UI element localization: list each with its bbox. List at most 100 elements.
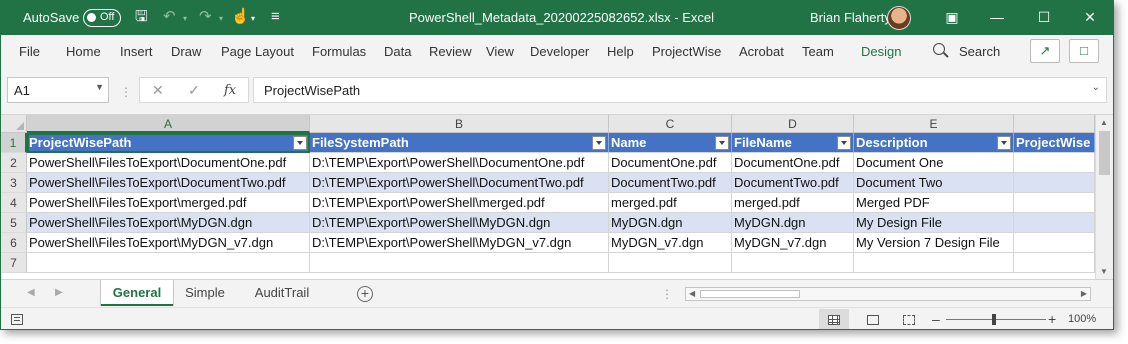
table-cell[interactable]: PowerShell\FilesToExport\MyDGN.dgn (27, 213, 310, 233)
table-cell[interactable] (1014, 153, 1095, 173)
row-header-4[interactable]: 4 (1, 193, 27, 213)
tab-data[interactable]: Data (384, 44, 411, 59)
table-cell[interactable]: DocumentTwo.pdf (609, 173, 732, 193)
save-icon[interactable]: 🖫 (135, 9, 148, 25)
table-cell[interactable]: MyDGN.dgn (732, 213, 854, 233)
zoom-slider-thumb[interactable] (992, 314, 996, 325)
table-cell[interactable]: Merged PDF (854, 193, 1014, 213)
empty-cell[interactable] (854, 253, 1014, 273)
table-header-cell[interactable]: Description (854, 133, 1014, 153)
avatar[interactable] (887, 6, 911, 30)
tab-view[interactable]: View (486, 44, 514, 59)
empty-cell[interactable] (1014, 253, 1095, 273)
table-cell[interactable]: MyDGN.dgn (609, 213, 732, 233)
add-sheet-icon[interactable]: + (357, 286, 373, 302)
table-header-cell[interactable]: ProjectWise (1014, 133, 1095, 153)
page-layout-view-button[interactable] (858, 309, 888, 329)
sheet-tab-audittrail[interactable]: AuditTrail (239, 280, 325, 306)
table-cell[interactable]: DocumentOne.pdf (732, 153, 854, 173)
formula-input[interactable]: ProjectWisePath ⌄ (253, 77, 1107, 103)
table-cell[interactable] (1014, 213, 1095, 233)
tab-team[interactable]: Team (802, 44, 834, 59)
row-header-7[interactable]: 7 (1, 253, 27, 273)
sheet-tab-simple[interactable]: Simple (173, 280, 237, 306)
horizontal-scrollbar[interactable]: ◀ ▶ (685, 287, 1091, 301)
tab-acrobat[interactable]: Acrobat (739, 44, 784, 59)
redo-dropdown-icon[interactable]: ▾ (219, 9, 223, 27)
row-header-1[interactable]: 1 (1, 133, 27, 153)
column-header-a[interactable]: A (27, 115, 310, 133)
touch-mode-dropdown-icon[interactable]: ▾ (251, 9, 255, 27)
tab-draw[interactable]: Draw (171, 44, 201, 59)
tab-home[interactable]: Home (66, 44, 101, 59)
zoom-slider[interactable] (946, 319, 1046, 320)
row-header-6[interactable]: 6 (1, 233, 27, 253)
resize-handle-icon[interactable]: ⋮ (120, 85, 132, 99)
enter-icon[interactable]: ✓ (188, 82, 200, 99)
scroll-left-icon[interactable]: ◀ (689, 289, 695, 298)
next-sheet-icon[interactable]: ▶ (55, 287, 63, 298)
table-cell[interactable]: D:\TEMP\Export\PowerShell\DocumentOne.pd… (310, 153, 609, 173)
filter-dropdown-icon[interactable] (715, 136, 729, 150)
user-name[interactable]: Brian Flaherty (810, 10, 891, 25)
horizontal-scroll-thumb[interactable] (700, 290, 800, 298)
table-cell[interactable]: PowerShell\FilesToExport\DocumentTwo.pdf (27, 173, 310, 193)
table-cell[interactable]: merged.pdf (609, 193, 732, 213)
ribbon-display-icon[interactable]: ▣ (942, 7, 962, 27)
column-header-d[interactable]: D (732, 115, 854, 133)
name-box[interactable]: A1 ▼ (7, 77, 109, 103)
table-cell[interactable]: D:\TEMP\Export\PowerShell\merged.pdf (310, 193, 609, 213)
zoom-out-icon[interactable]: – (932, 311, 940, 327)
table-header-cell[interactable]: Name (609, 133, 732, 153)
zoom-level[interactable]: 100% (1068, 313, 1096, 325)
empty-cell[interactable] (310, 253, 609, 273)
autosave-toggle[interactable]: Off (83, 9, 121, 27)
filter-dropdown-icon[interactable] (997, 136, 1011, 150)
table-cell[interactable] (1014, 233, 1095, 253)
table-cell[interactable]: Document Two (854, 173, 1014, 193)
tab-review[interactable]: Review (429, 44, 472, 59)
filter-dropdown-icon[interactable] (592, 136, 606, 150)
filter-dropdown-icon[interactable] (837, 136, 851, 150)
zoom-in-icon[interactable]: + (1048, 311, 1056, 327)
row-header-2[interactable]: 2 (1, 153, 27, 173)
minimize-icon[interactable]: — (987, 7, 1007, 27)
tab-file[interactable]: File (19, 44, 40, 59)
table-cell[interactable]: PowerShell\FilesToExport\merged.pdf (27, 193, 310, 213)
row-header-3[interactable]: 3 (1, 173, 27, 193)
tab-developer[interactable]: Developer (530, 44, 589, 59)
undo-dropdown-icon[interactable]: ▾ (183, 9, 187, 27)
table-cell[interactable]: merged.pdf (732, 193, 854, 213)
table-cell[interactable]: PowerShell\FilesToExport\MyDGN_v7.dgn (27, 233, 310, 253)
column-header-e[interactable]: E (854, 115, 1014, 133)
row-header-5[interactable]: 5 (1, 213, 27, 233)
sheet-tab-general[interactable]: General (101, 280, 173, 306)
table-header-cell[interactable]: FileName (732, 133, 854, 153)
empty-cell[interactable] (609, 253, 732, 273)
cancel-icon[interactable]: ✕ (152, 82, 164, 99)
tab-projectwise[interactable]: ProjectWise (652, 44, 721, 59)
table-cell[interactable]: D:\TEMP\Export\PowerShell\MyDGN_v7.dgn (310, 233, 609, 253)
table-cell[interactable] (1014, 173, 1095, 193)
page-break-preview-button[interactable] (894, 309, 924, 329)
vertical-scroll-thumb[interactable] (1099, 131, 1110, 175)
table-cell[interactable]: D:\TEMP\Export\PowerShell\DocumentTwo.pd… (310, 173, 609, 193)
column-header-f[interactable] (1014, 115, 1095, 133)
table-cell[interactable]: PowerShell\FilesToExport\DocumentOne.pdf (27, 153, 310, 173)
table-cell[interactable]: Document One (854, 153, 1014, 173)
table-cell[interactable]: DocumentTwo.pdf (732, 173, 854, 193)
close-icon[interactable]: ✕ (1080, 7, 1100, 27)
empty-cell[interactable] (732, 253, 854, 273)
normal-view-button[interactable] (819, 309, 849, 329)
tab-insert[interactable]: Insert (120, 44, 153, 59)
prev-sheet-icon[interactable]: ◀ (27, 287, 35, 298)
share-button[interactable]: ↗ (1030, 39, 1060, 63)
tab-formulas[interactable]: Formulas (312, 44, 366, 59)
table-cell[interactable]: DocumentOne.pdf (609, 153, 732, 173)
column-header-b[interactable]: B (310, 115, 609, 133)
table-cell[interactable]: D:\TEMP\Export\PowerShell\MyDGN.dgn (310, 213, 609, 233)
chevron-down-icon[interactable]: ▼ (95, 82, 104, 92)
table-cell[interactable]: MyDGN_v7.dgn (732, 233, 854, 253)
insert-function-icon[interactable]: fx (224, 83, 236, 98)
tab-split-handle-icon[interactable]: ⋮ (661, 287, 673, 301)
